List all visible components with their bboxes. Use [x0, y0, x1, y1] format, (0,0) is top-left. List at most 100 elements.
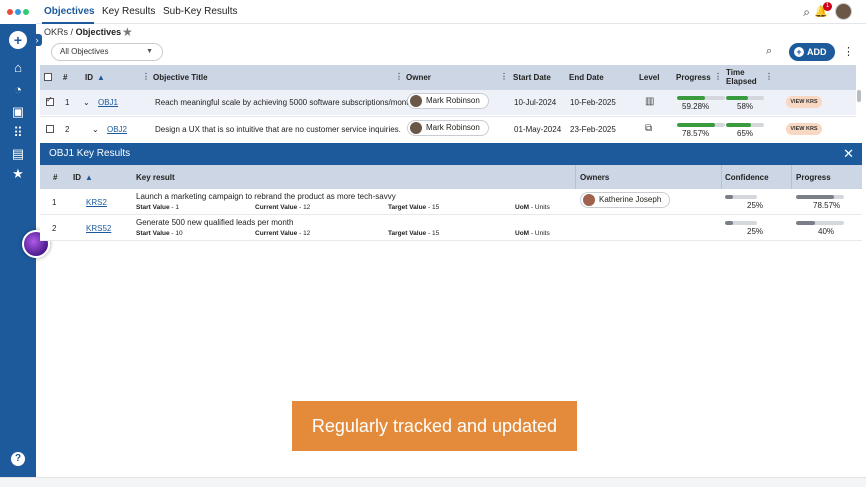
target-value: 15: [431, 230, 440, 237]
kr-table-header: # ID ▲ Key result Owners Confidence Prog…: [40, 165, 862, 189]
tab-objectives[interactable]: Objectives: [44, 6, 95, 17]
target-label: Target Value: [388, 204, 427, 211]
tab-sub-key-results[interactable]: Sub-Key Results: [163, 6, 237, 17]
col-end-date[interactable]: End Date: [569, 73, 604, 82]
dashboard-icon[interactable]: ◔: [10, 82, 26, 98]
tab-key-results[interactable]: Key Results: [102, 6, 155, 17]
progress-bar: [796, 221, 844, 225]
col-time-elapsed-line1[interactable]: Time: [726, 68, 745, 77]
progress-fill: [796, 195, 834, 199]
row-checkbox[interactable]: [46, 125, 54, 133]
objectives-filter-select[interactable]: All Objectives ▼: [51, 43, 163, 61]
select-all-checkbox[interactable]: [44, 73, 52, 81]
column-menu-icon[interactable]: ⋮: [395, 72, 403, 81]
col-progress[interactable]: Progress: [676, 73, 711, 82]
current-label: Current Value: [255, 230, 298, 237]
target-value: 15: [431, 204, 440, 211]
breadcrumb: OKRs / Objectives: [44, 27, 121, 37]
home-icon[interactable]: ⌂: [10, 60, 26, 76]
row-num: 2: [65, 125, 70, 134]
col-key-result[interactable]: Key result: [136, 173, 175, 182]
end-date: 10-Feb-2025: [570, 98, 616, 107]
dash: -: [427, 230, 431, 237]
table-search-icon[interactable]: ⌕: [766, 45, 772, 58]
confidence-bar: [725, 195, 757, 199]
kr-target-value: Target Value - 15: [388, 204, 439, 211]
confidence-bar: [725, 221, 757, 225]
objective-id-link[interactable]: OBJ1: [98, 98, 118, 107]
confidence-fill: [725, 221, 733, 225]
inbox-icon[interactable]: ▤: [10, 146, 26, 162]
owner-chip[interactable]: Mark Robinson: [407, 93, 489, 109]
kr-id-link[interactable]: KRS52: [86, 224, 111, 233]
col-time-elapsed-line2[interactable]: Elapsed: [726, 77, 757, 86]
owner-name: Mark Robinson: [426, 123, 480, 132]
kr-id-link[interactable]: KRS2: [86, 198, 107, 207]
view-krs-button[interactable]: VIEW KRS: [786, 96, 822, 108]
apps-grid-icon[interactable]: ⠿: [10, 125, 26, 141]
kr-table-row[interactable]: 1 KRS2 Launch a marketing campaign to re…: [40, 189, 862, 215]
progress-value: 78.57%: [682, 129, 710, 138]
kr-table-row[interactable]: 2 KRS52 Generate 500 new qualified leads…: [40, 215, 862, 241]
close-icon[interactable]: ✕: [843, 143, 854, 165]
avatar: [410, 122, 422, 134]
more-options-icon[interactable]: ⋮: [843, 45, 854, 58]
caption-banner: Regularly tracked and updated: [292, 401, 577, 451]
filter-value: All Objectives: [60, 47, 109, 56]
add-button[interactable]: + ADD: [789, 43, 835, 61]
col-num: #: [53, 173, 58, 182]
kr-uom: UoM - Units: [515, 230, 550, 237]
create-icon[interactable]: +: [9, 31, 27, 49]
col-start-date[interactable]: Start Date: [513, 73, 551, 82]
checkmark-icon: ✓: [46, 95, 53, 104]
table-scrollbar[interactable]: [857, 90, 861, 102]
time-elapsed-bar: [726, 96, 764, 100]
col-id[interactable]: ID: [85, 73, 93, 82]
global-search-icon[interactable]: ⌕: [803, 5, 810, 20]
col-owners[interactable]: Owners: [580, 173, 609, 182]
help-icon[interactable]: ?: [11, 452, 25, 466]
sort-asc-icon[interactable]: ▲: [85, 173, 93, 182]
progress-fill: [796, 221, 816, 225]
objectives-table-header: # ID ▲ ⋮ Objective Title ⋮ Owner ⋮ Start…: [40, 65, 856, 90]
breadcrumb-separator: /: [70, 27, 74, 37]
kr-start-value: Start Value - 1: [136, 204, 179, 211]
view-krs-button[interactable]: VIEW KRS: [786, 123, 822, 135]
confidence-fill: [725, 195, 733, 199]
col-progress[interactable]: Progress: [796, 173, 831, 182]
col-id[interactable]: ID: [73, 173, 81, 182]
col-confidence[interactable]: Confidence: [725, 173, 769, 182]
uom-value: Units: [534, 230, 550, 237]
sidebar-expand-icon[interactable]: ›: [32, 34, 42, 46]
table-row[interactable]: ✓ 1 ⌄ OBJ1 Reach meaningful scale by ach…: [40, 90, 856, 115]
column-divider: [721, 165, 722, 189]
time-elapsed-fill: [726, 96, 749, 100]
reports-icon[interactable]: ▣: [10, 104, 26, 120]
column-menu-icon[interactable]: ⋮: [500, 72, 508, 81]
sort-asc-icon[interactable]: ▲: [97, 73, 105, 82]
owner-chip[interactable]: Katherine Joseph: [580, 192, 671, 208]
favorite-star-icon[interactable]: ★: [122, 25, 133, 39]
col-level[interactable]: Level: [639, 73, 659, 82]
avatar: [410, 95, 422, 107]
breadcrumb-parent[interactable]: OKRs: [44, 27, 68, 37]
table-row[interactable]: 2 ⌄ OBJ2 Design a UX that is so intuitiv…: [40, 116, 856, 141]
owner-chip[interactable]: Mark Robinson: [407, 120, 489, 136]
objective-id-link[interactable]: OBJ2: [107, 125, 127, 134]
expand-chevron-icon[interactable]: ⌄: [83, 98, 90, 107]
column-menu-icon[interactable]: ⋮: [765, 72, 773, 81]
favorites-star-icon[interactable]: ★: [10, 166, 26, 182]
row-num: 2: [52, 224, 57, 233]
column-menu-icon[interactable]: ⋮: [142, 72, 150, 81]
uom-value: Units: [534, 204, 550, 211]
target-label: Target Value: [388, 230, 427, 237]
column-divider: [791, 165, 792, 189]
col-title[interactable]: Objective Title: [153, 73, 208, 82]
progress-bar: [677, 96, 725, 100]
progress-value: 78.57%: [813, 201, 841, 210]
col-owner[interactable]: Owner: [406, 73, 431, 82]
column-menu-icon[interactable]: ⋮: [714, 72, 722, 81]
user-avatar[interactable]: [835, 3, 852, 20]
expand-chevron-icon[interactable]: ⌄: [92, 125, 99, 134]
app-logo[interactable]: [0, 0, 36, 24]
